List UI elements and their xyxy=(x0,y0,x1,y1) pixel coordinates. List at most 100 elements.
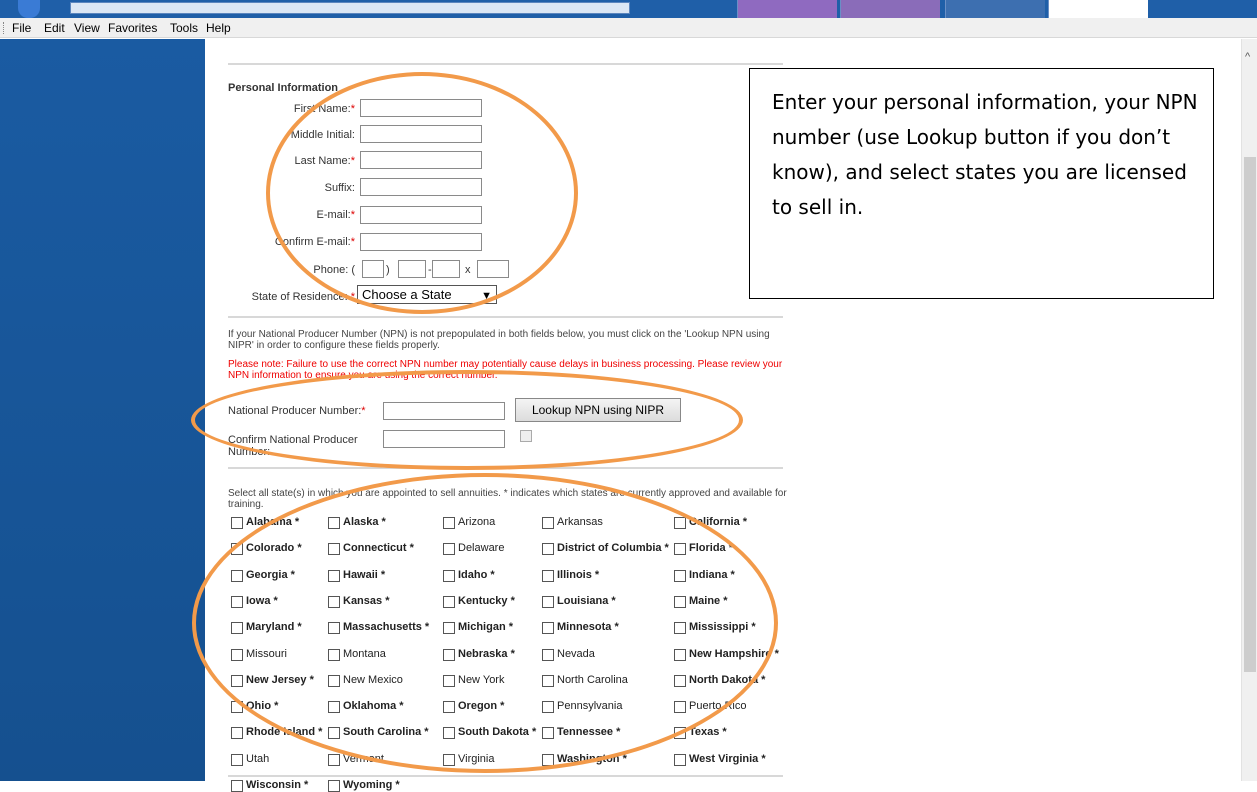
browser-tab[interactable] xyxy=(737,0,837,18)
phone-line-field[interactable] xyxy=(432,260,460,278)
address-bar[interactable] xyxy=(70,2,630,14)
state-checkbox[interactable] xyxy=(231,727,243,739)
state-checkbox[interactable] xyxy=(231,675,243,687)
state-checkbox[interactable] xyxy=(328,675,340,687)
state-checkbox[interactable] xyxy=(542,570,554,582)
state-checkbox[interactable] xyxy=(231,622,243,634)
phone-area-code-field[interactable] xyxy=(362,260,384,278)
scrollbar-thumb[interactable] xyxy=(1244,157,1256,672)
state-checkbox[interactable] xyxy=(443,517,455,529)
vertical-scrollbar[interactable]: ^ xyxy=(1241,39,1257,781)
state-checkbox[interactable] xyxy=(443,675,455,687)
email-field[interactable] xyxy=(360,206,482,224)
lookup-npn-button[interactable]: Lookup NPN using NIPR xyxy=(515,398,681,422)
state-checkbox[interactable] xyxy=(328,517,340,529)
last-name-label: Last Name:* xyxy=(294,155,355,167)
npn-confirm-checkbox[interactable] xyxy=(520,430,532,442)
menu-view[interactable]: View xyxy=(74,21,100,35)
menu-file[interactable]: File xyxy=(12,21,31,35)
menu-tools[interactable]: Tools xyxy=(170,21,198,35)
browser-tab-active[interactable] xyxy=(1048,0,1148,18)
state-checkbox[interactable] xyxy=(231,517,243,529)
menu-edit[interactable]: Edit xyxy=(44,21,65,35)
confirm-npn-field[interactable] xyxy=(383,430,505,448)
state-checkbox[interactable] xyxy=(231,780,243,792)
state-checkbox[interactable] xyxy=(231,701,243,713)
state-of-residence-select[interactable]: Choose a State ▼ xyxy=(357,285,497,304)
state-checkbox[interactable] xyxy=(674,754,686,766)
state-checkbox[interactable] xyxy=(231,543,243,555)
state-checkbox[interactable] xyxy=(328,754,340,766)
confirm-email-field[interactable] xyxy=(360,233,482,251)
state-label: Alabama * xyxy=(246,516,300,528)
state-checkbox[interactable] xyxy=(674,517,686,529)
state-checkbox[interactable] xyxy=(542,517,554,529)
state-label: California * xyxy=(689,516,748,528)
state-checkbox[interactable] xyxy=(542,675,554,687)
state-checkbox[interactable] xyxy=(231,570,243,582)
menu-bar: File Edit View Favorites Tools Help xyxy=(0,18,1257,38)
state-checkbox[interactable] xyxy=(328,543,340,555)
state-checkbox[interactable] xyxy=(674,543,686,555)
state-label: Iowa * xyxy=(246,595,278,607)
state-label: Connecticut * xyxy=(343,542,414,554)
state-checkbox[interactable] xyxy=(443,649,455,661)
email-label: E-mail:* xyxy=(316,209,355,221)
state-label: District of Columbia * xyxy=(557,542,669,554)
npn-field[interactable] xyxy=(383,402,505,420)
state-label: Colorado * xyxy=(246,542,302,554)
state-checkbox[interactable] xyxy=(674,701,686,713)
state-checkbox[interactable] xyxy=(231,754,243,766)
state-checkbox[interactable] xyxy=(443,701,455,713)
divider xyxy=(228,775,783,777)
divider xyxy=(228,316,783,318)
state-checkbox[interactable] xyxy=(674,649,686,661)
state-checkbox[interactable] xyxy=(443,596,455,608)
state-checkbox[interactable] xyxy=(328,622,340,634)
state-checkbox[interactable] xyxy=(328,596,340,608)
state-checkbox[interactable] xyxy=(231,649,243,661)
state-checkbox[interactable] xyxy=(443,622,455,634)
state-label: Ohio * xyxy=(246,700,279,712)
state-checkbox[interactable] xyxy=(674,596,686,608)
state-checkbox[interactable] xyxy=(542,596,554,608)
state-checkbox[interactable] xyxy=(328,570,340,582)
last-name-field[interactable] xyxy=(360,151,482,169)
state-checkbox[interactable] xyxy=(542,622,554,634)
state-checkbox[interactable] xyxy=(443,754,455,766)
state-checkbox[interactable] xyxy=(674,727,686,739)
browser-tab[interactable] xyxy=(840,0,940,18)
browser-tab[interactable] xyxy=(945,0,1045,18)
state-checkbox[interactable] xyxy=(674,622,686,634)
scroll-up-icon[interactable]: ^ xyxy=(1245,51,1250,63)
menu-grip-icon xyxy=(3,22,6,34)
state-checkbox[interactable] xyxy=(328,780,340,792)
state-checkbox[interactable] xyxy=(674,675,686,687)
state-checkbox[interactable] xyxy=(542,727,554,739)
state-label: Montana xyxy=(343,648,386,660)
state-checkbox[interactable] xyxy=(542,754,554,766)
state-checkbox[interactable] xyxy=(443,570,455,582)
state-checkbox[interactable] xyxy=(328,727,340,739)
state-checkbox[interactable] xyxy=(674,570,686,582)
state-of-residence-label: State of Residence: * xyxy=(251,291,355,303)
middle-initial-field[interactable] xyxy=(360,125,482,143)
suffix-field[interactable] xyxy=(360,178,482,196)
divider xyxy=(228,467,783,469)
first-name-field[interactable] xyxy=(360,99,482,117)
state-label: Tennessee * xyxy=(557,726,621,738)
menu-help[interactable]: Help xyxy=(206,21,231,35)
phone-prefix-field[interactable] xyxy=(398,260,426,278)
state-checkbox[interactable] xyxy=(542,543,554,555)
state-checkbox[interactable] xyxy=(328,649,340,661)
state-checkbox[interactable] xyxy=(443,727,455,739)
state-label: Washington * xyxy=(557,753,627,765)
state-checkbox[interactable] xyxy=(542,701,554,713)
state-checkbox[interactable] xyxy=(542,649,554,661)
state-checkbox[interactable] xyxy=(328,701,340,713)
phone-extension-field[interactable] xyxy=(477,260,509,278)
state-checkbox[interactable] xyxy=(443,543,455,555)
state-checkbox[interactable] xyxy=(231,596,243,608)
menu-favorites[interactable]: Favorites xyxy=(108,21,157,35)
phone-label: Phone: ( xyxy=(313,264,355,276)
